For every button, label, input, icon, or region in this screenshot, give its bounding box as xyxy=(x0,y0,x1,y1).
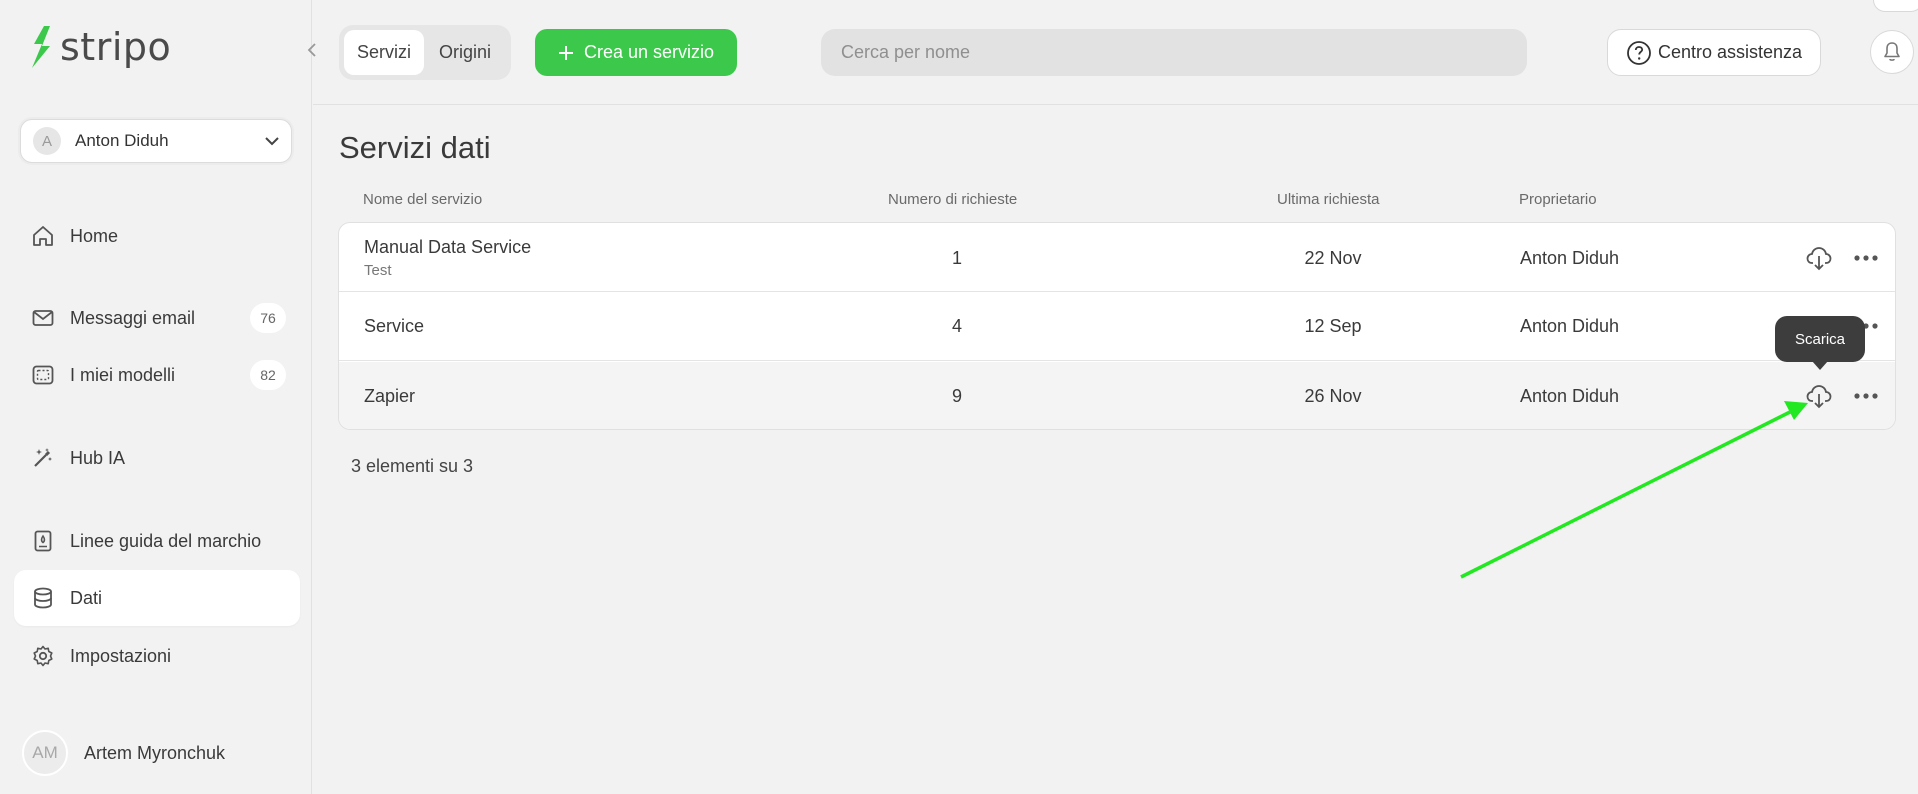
create-service-button[interactable]: Crea un servizio xyxy=(535,29,737,76)
sidebar-item-label: Messaggi email xyxy=(70,307,196,328)
tab-sources[interactable]: Origini xyxy=(426,30,504,75)
sidebar-item-templates[interactable]: I miei modelli 82 xyxy=(14,347,300,403)
help-center-label: Centro assistenza xyxy=(1657,42,1803,62)
account-select[interactable]: A Anton Diduh xyxy=(20,119,292,163)
sidebar-item-label: I miei modelli xyxy=(70,364,176,385)
page-title: Servizi dati xyxy=(339,130,491,165)
last-request-date: 22 Nov xyxy=(1304,248,1362,268)
brand-name: stripo xyxy=(60,25,172,69)
search-input[interactable] xyxy=(821,29,1527,76)
user-avatar: AM xyxy=(22,730,68,776)
sidebar-item-label: Impostazioni xyxy=(70,645,172,666)
tab-services[interactable]: Servizi xyxy=(344,30,425,75)
chevron-down-icon xyxy=(265,137,279,146)
services-table: Manual Data Service Test 1 22 Nov Anton … xyxy=(338,222,1896,430)
last-request-date: 26 Nov xyxy=(1304,386,1362,406)
template-icon xyxy=(30,362,56,388)
column-header-last-request: Ultima richiesta xyxy=(1277,191,1380,208)
sidebar-item-brand-guidelines[interactable]: Linee guida del marchio xyxy=(14,513,300,569)
table-row[interactable]: Zapier 9 26 Nov Anton Diduh xyxy=(339,362,1895,429)
brand-book-icon xyxy=(30,528,56,554)
bell-icon xyxy=(1884,42,1900,61)
sidebar-item-ai-hub[interactable]: Hub IA xyxy=(14,430,300,486)
table-row[interactable]: Manual Data Service Test 1 22 Nov Anton … xyxy=(339,223,1895,292)
more-options-icon[interactable] xyxy=(1849,379,1883,413)
plus-icon xyxy=(558,45,573,60)
account-name: Anton Diduh xyxy=(75,131,169,150)
owner-name: Anton Diduh xyxy=(1520,316,1620,336)
more-options-icon[interactable] xyxy=(1849,241,1883,275)
request-count: 9 xyxy=(951,386,962,406)
service-name: Manual Data Service xyxy=(364,237,532,257)
create-service-label: Crea un servizio xyxy=(583,42,715,62)
sidebar: stripo A Anton Diduh Home Messaggi email… xyxy=(0,0,316,794)
sidebar-item-settings[interactable]: Impostazioni xyxy=(14,628,300,684)
count-badge: 82 xyxy=(250,360,286,390)
question-circle-icon xyxy=(1627,40,1651,65)
owner-name: Anton Diduh xyxy=(1520,248,1620,268)
owner-name: Anton Diduh xyxy=(1520,386,1620,406)
download-tooltip: Scarica xyxy=(1775,316,1865,370)
stripo-logo[interactable]: stripo xyxy=(30,24,171,70)
sidebar-item-label: Home xyxy=(70,225,119,246)
account-avatar: A xyxy=(33,127,61,155)
corner-button[interactable] xyxy=(1873,0,1918,12)
pagination-summary: 3 elementi su 3 xyxy=(351,456,474,476)
view-switcher: Servizi Origini xyxy=(339,25,511,80)
gear-icon xyxy=(30,643,56,669)
count-badge: 76 xyxy=(250,303,286,333)
cloud-download-icon[interactable] xyxy=(1802,379,1836,413)
column-header-name: Nome del servizio xyxy=(363,191,483,208)
cloud-download-icon[interactable] xyxy=(1802,241,1836,275)
database-icon xyxy=(30,585,56,611)
request-count: 1 xyxy=(951,248,962,268)
last-request-date: 12 Sep xyxy=(1304,316,1362,336)
service-name: Zapier xyxy=(364,386,416,406)
sidebar-item-label: Dati xyxy=(70,587,103,608)
column-header-owner: Proprietario xyxy=(1519,191,1597,208)
table-row[interactable]: Service 4 12 Sep Anton Diduh xyxy=(339,292,1895,361)
user-name: Artem Myronchuk xyxy=(84,742,226,763)
sidebar-item-label: Linee guida del marchio xyxy=(70,530,262,551)
service-description: Test xyxy=(364,262,392,279)
sidebar-item-home[interactable]: Home xyxy=(14,208,300,264)
column-header-requests: Numero di richieste xyxy=(888,191,1018,208)
notifications-button[interactable] xyxy=(1870,30,1914,74)
request-count: 4 xyxy=(951,316,962,336)
home-icon xyxy=(30,223,56,249)
magic-wand-icon xyxy=(30,445,56,471)
top-bar: Servizi Origini Crea un servizio Centro … xyxy=(313,0,1918,105)
help-center-button[interactable]: Centro assistenza xyxy=(1607,29,1821,76)
stripo-logo-icon xyxy=(32,26,50,68)
user-profile[interactable]: AM Artem Myronchuk xyxy=(22,730,225,776)
sidebar-item-label: Hub IA xyxy=(70,447,126,468)
mail-icon xyxy=(30,305,56,331)
service-name: Service xyxy=(364,316,425,336)
sidebar-item-emails[interactable]: Messaggi email 76 xyxy=(14,290,300,346)
sidebar-item-data[interactable]: Dati xyxy=(14,570,300,626)
